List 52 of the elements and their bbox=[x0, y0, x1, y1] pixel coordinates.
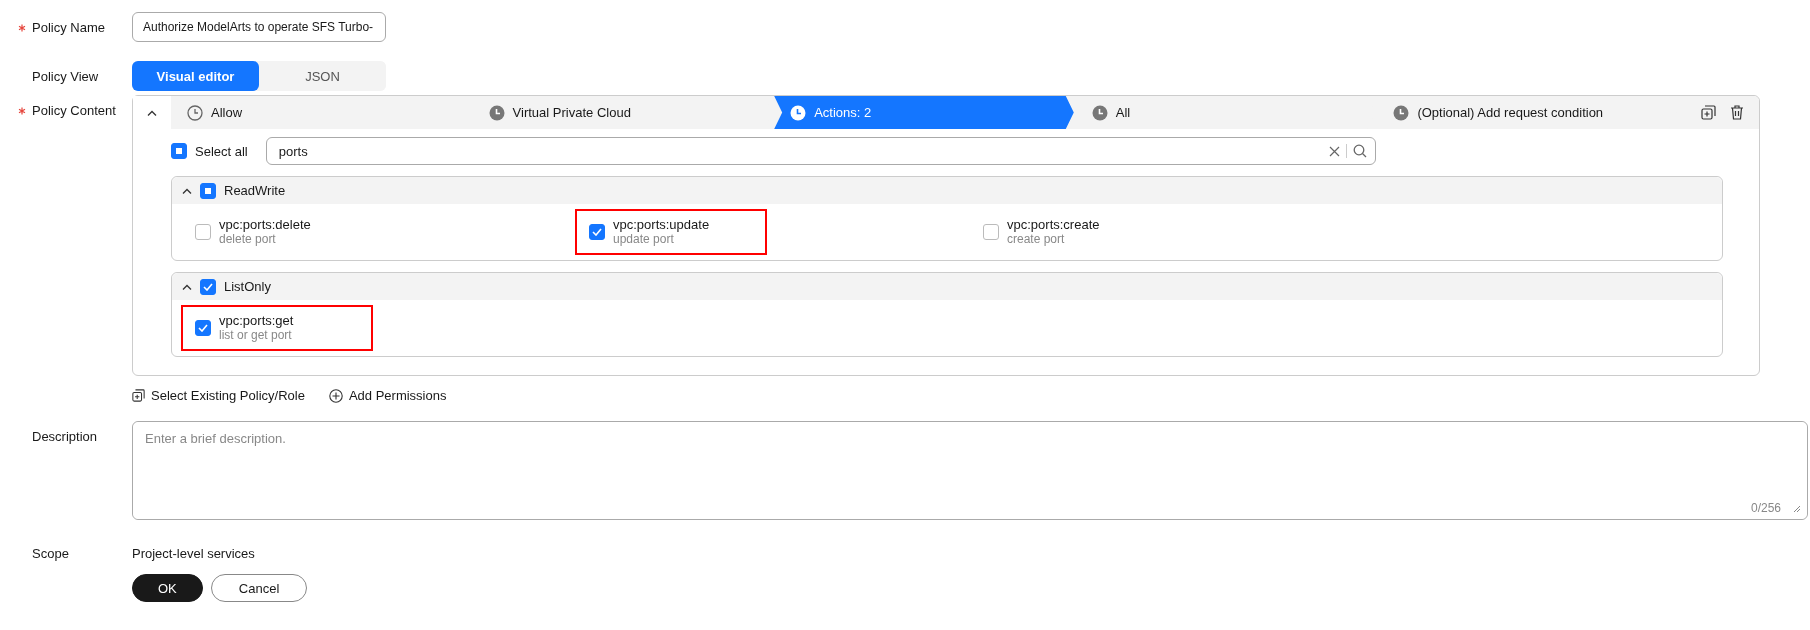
clock-icon bbox=[790, 104, 807, 121]
clock-icon bbox=[1393, 104, 1410, 121]
step-tab[interactable]: Actions: 2 bbox=[774, 96, 1074, 129]
group-title: ListOnly bbox=[224, 279, 271, 294]
resize-handle-icon[interactable] bbox=[1793, 505, 1801, 513]
caret-up-icon bbox=[182, 283, 192, 290]
action-link[interactable]: Add Permissions bbox=[328, 388, 447, 403]
checkbox[interactable] bbox=[195, 320, 211, 336]
clock-icon bbox=[1091, 104, 1108, 121]
action-description: delete port bbox=[219, 232, 277, 246]
scope-value: Project-level services bbox=[132, 545, 255, 561]
character-counter: 0/256 bbox=[1750, 501, 1781, 515]
copy-add-icon bbox=[132, 389, 145, 402]
checkbox[interactable] bbox=[983, 224, 999, 240]
checkbox[interactable] bbox=[589, 224, 605, 240]
field-label: Policy Name bbox=[32, 19, 105, 35]
select-all-label: Select all bbox=[195, 143, 248, 159]
cancel-button[interactable]: Cancel bbox=[210, 574, 308, 602]
checkbox[interactable] bbox=[200, 278, 216, 295]
checkbox[interactable] bbox=[195, 224, 211, 240]
action-description: update port bbox=[613, 232, 675, 246]
clock-icon bbox=[187, 104, 203, 121]
action-name: vpc:ports:create bbox=[1007, 218, 1100, 232]
view-tab[interactable]: Visual editor bbox=[132, 61, 259, 91]
action-link[interactable]: Select Existing Policy/Role bbox=[132, 388, 305, 403]
field-label: Policy View bbox=[32, 68, 99, 84]
field-label: Scope bbox=[32, 545, 69, 561]
action-description: create port bbox=[1007, 232, 1066, 246]
action-name: vpc:ports:delete bbox=[219, 218, 311, 232]
field-label: Description bbox=[32, 428, 98, 444]
plus-circle-icon bbox=[328, 388, 343, 403]
check-icon bbox=[203, 282, 213, 291]
delete-icon[interactable] bbox=[1730, 105, 1745, 120]
checkbox[interactable] bbox=[171, 143, 187, 159]
ok-button[interactable]: OK bbox=[132, 574, 203, 602]
search-icon[interactable] bbox=[1352, 144, 1367, 158]
field-label: Policy Content bbox=[32, 102, 116, 118]
check-icon bbox=[592, 228, 602, 236]
check-icon bbox=[198, 324, 208, 332]
clock-icon bbox=[488, 104, 505, 121]
caret-up-icon bbox=[147, 109, 157, 116]
action-name: vpc:ports:update bbox=[613, 218, 710, 232]
caret-up-icon bbox=[182, 187, 192, 194]
search-field[interactable]: ports bbox=[265, 137, 1376, 165]
group-title: ReadWrite bbox=[224, 183, 286, 198]
action-name: vpc:ports:get bbox=[219, 314, 294, 328]
action-description: list or get port bbox=[219, 328, 293, 342]
checkbox[interactable] bbox=[200, 182, 216, 199]
description-field[interactable]: Enter a brief description. 0/256 bbox=[132, 421, 1808, 520]
copy-add-icon[interactable] bbox=[1701, 105, 1717, 120]
clear-icon[interactable] bbox=[1328, 145, 1340, 157]
policy-name-input[interactable]: Authorize ModelArts to operate SFS Turbo- bbox=[132, 12, 386, 42]
